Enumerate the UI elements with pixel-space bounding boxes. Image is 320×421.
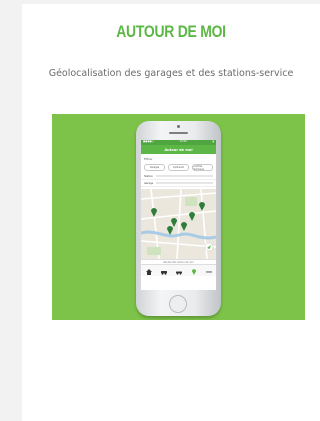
tab-services[interactable] (175, 269, 182, 275)
car-icon (175, 271, 182, 275)
speaker-grille (169, 132, 188, 134)
map-graphic (141, 189, 216, 259)
map-pin-icon (191, 269, 196, 275)
camera-icon (177, 125, 180, 128)
app-header: Autour de moi (141, 145, 216, 154)
app-title: Autour de moi (164, 147, 193, 152)
status-time: 15:00 (179, 140, 187, 144)
home-button (169, 295, 187, 313)
filter-label: Filtrer (144, 157, 153, 161)
phone-mockup: ●●●●○ 15:00 ▮ Autour de moi Filtrer Gara… (136, 121, 221, 316)
phone-screen: ●●●●○ 15:00 ▮ Autour de moi Filtrer Gara… (141, 140, 216, 290)
chip-carburant[interactable]: Carburant (168, 164, 189, 171)
station-field-label: Station (144, 174, 153, 178)
battery-icon: ▮ (212, 140, 214, 144)
map-view[interactable] (141, 189, 216, 259)
feature-card: AUTOUR DE MOI Géolocalisation des garage… (22, 4, 320, 421)
garage-field[interactable]: Garage (141, 180, 216, 187)
tab-nearby[interactable] (191, 269, 197, 275)
car-icon (160, 271, 167, 275)
signal-indicator: ●●●●○ (143, 140, 154, 144)
station-field[interactable]: Station (141, 173, 216, 180)
chip-controle-technique[interactable]: Contrôle technique (192, 164, 213, 171)
feature-image: ●●●●○ 15:00 ▮ Autour de moi Filtrer Gara… (52, 114, 305, 320)
home-icon (145, 269, 152, 275)
tab-vehicle[interactable] (160, 269, 167, 275)
section-title: AUTOUR DE MOI (116, 22, 226, 41)
bottom-tab-bar (141, 264, 216, 276)
garage-field-label: Garage (144, 181, 154, 185)
filter-chips: Garages Carburant Contrôle technique (141, 162, 216, 173)
section-subtitle: Géolocalisation des garages et des stati… (48, 68, 294, 79)
tab-more[interactable] (205, 269, 212, 275)
station-field-value (156, 175, 213, 177)
chip-garages[interactable]: Garages (144, 164, 165, 171)
more-icon (205, 271, 212, 273)
tab-home[interactable] (145, 269, 152, 275)
garage-field-value (156, 182, 213, 184)
